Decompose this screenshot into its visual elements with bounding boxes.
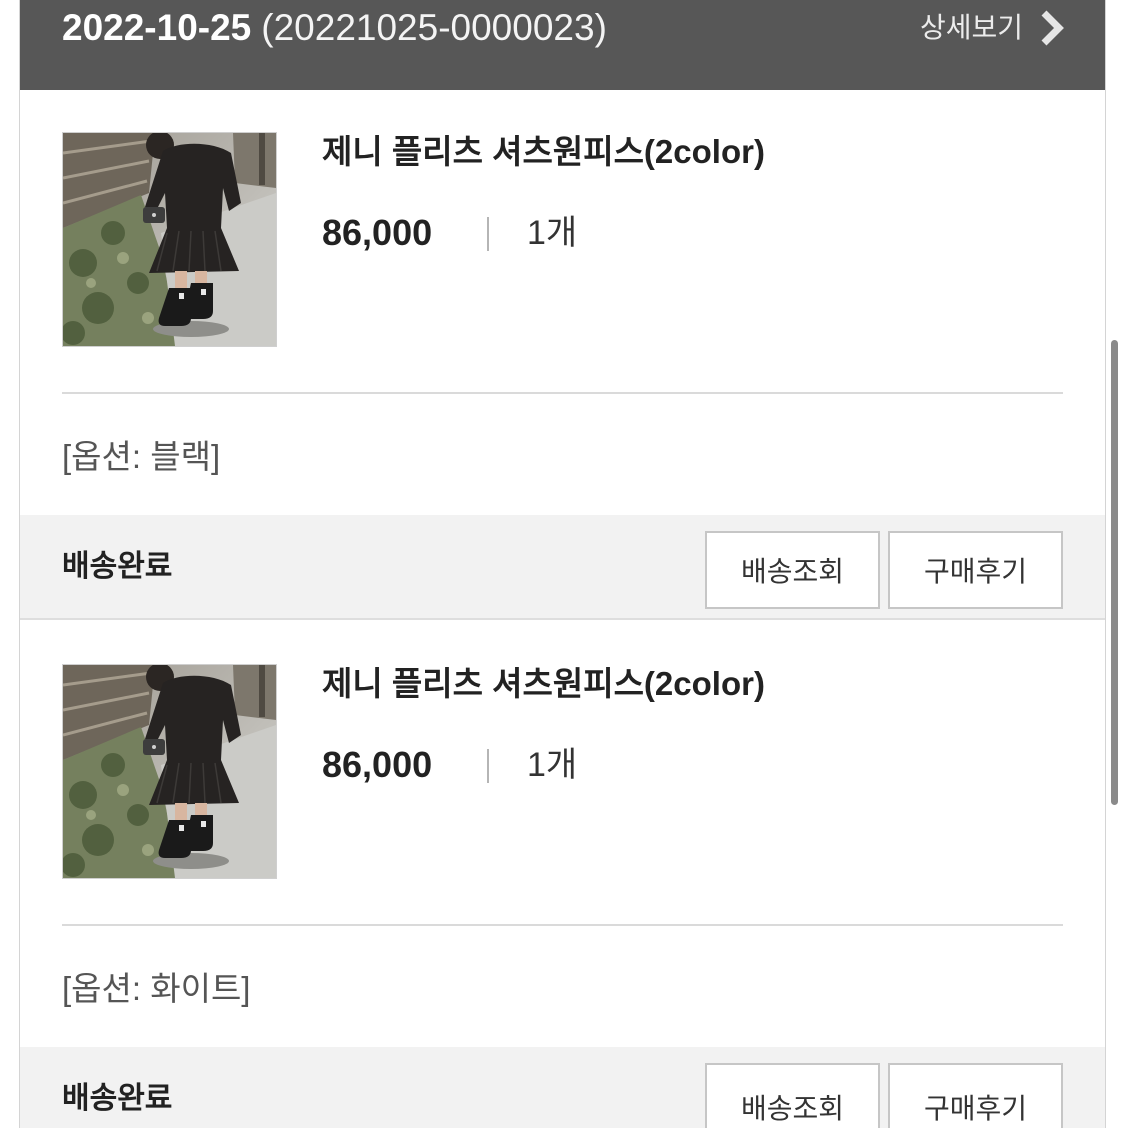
product-title[interactable]: 제니 플리츠 셔츠원피스(2color) (322, 664, 765, 704)
order-title: 2022-10-25 (20221025-0000023) (62, 8, 607, 48)
price-quantity-divider (487, 749, 489, 783)
detail-link-label: 상세보기 (919, 12, 1023, 43)
write-review-button[interactable]: 구매후기 (888, 1063, 1063, 1128)
delivery-status: 배송완료 (62, 550, 173, 583)
product-option: [옵션: 화이트] (62, 970, 251, 1007)
product-quantity: 1개 (527, 214, 578, 252)
order-number: (20221025-0000023) (261, 7, 607, 48)
track-delivery-button[interactable]: 배송조회 (705, 1063, 880, 1128)
write-review-button[interactable]: 구매후기 (888, 531, 1063, 609)
track-delivery-button[interactable]: 배송조회 (705, 531, 880, 609)
product-quantity: 1개 (527, 746, 578, 784)
order-card: 2022-10-25 (20221025-0000023) 상세보기 제니 플리츠… (19, 0, 1106, 1128)
product-price: 86,000 (322, 744, 433, 785)
order-item: 제니 플리츠 셔츠원피스(2color) 86,000 1개 [옵션: 블랙] … (20, 90, 1105, 620)
product-photo (63, 665, 276, 878)
chevron-right-icon (1039, 9, 1065, 47)
scrollbar-thumb[interactable] (1111, 340, 1118, 805)
product-thumbnail[interactable] (62, 664, 277, 879)
order-history-page: 2022-10-25 (20221025-0000023) 상세보기 제니 플리츠… (0, 0, 1128, 1128)
product-price: 86,000 (322, 212, 433, 253)
item-divider (62, 392, 1063, 394)
delivery-status-bar: 배송완료 배송조회 구매후기 (20, 1047, 1105, 1128)
order-item: 제니 플리츠 셔츠원피스(2color) 86,000 1개 [옵션: 화이트]… (20, 622, 1105, 1128)
delivery-status: 배송완료 (62, 1082, 173, 1115)
order-date: 2022-10-25 (62, 7, 252, 48)
product-photo (63, 133, 276, 346)
product-title[interactable]: 제니 플리츠 셔츠원피스(2color) (322, 132, 765, 172)
order-header: 2022-10-25 (20221025-0000023) 상세보기 (20, 0, 1105, 90)
item-divider (62, 924, 1063, 926)
product-thumbnail[interactable] (62, 132, 277, 347)
order-detail-link[interactable]: 상세보기 (920, 8, 1065, 48)
product-option: [옵션: 블랙] (62, 438, 221, 475)
price-quantity-divider (487, 217, 489, 251)
delivery-status-bar: 배송완료 배송조회 구매후기 (20, 515, 1105, 620)
